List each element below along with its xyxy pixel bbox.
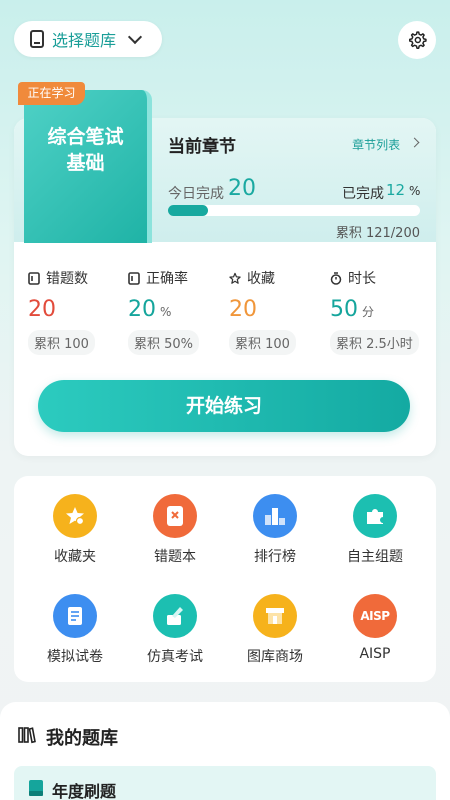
stat-cumulative: 累积 100	[229, 330, 296, 355]
stat-cumulative: 累积 100	[28, 330, 95, 355]
puzzle-icon	[353, 494, 397, 538]
completed-label: 已完成	[342, 186, 384, 202]
feature-label: 仿真考试	[147, 649, 203, 665]
timer-icon	[330, 271, 342, 285]
chevron-down-icon	[127, 29, 143, 44]
today-completed-value: 20	[228, 176, 256, 201]
wrong-book-icon	[153, 494, 197, 538]
gear-icon	[409, 31, 427, 49]
stat-value: 20	[128, 297, 156, 322]
feature-favorites[interactable]: 收藏夹	[25, 494, 125, 566]
feature-label: 自主组题	[347, 549, 403, 565]
notebook-icon	[30, 30, 44, 48]
stat-unit: %	[160, 305, 172, 319]
book-title-line2: 基础	[66, 152, 105, 174]
feature-aisp[interactable]: AISP AISP	[325, 594, 425, 662]
studying-tag: 正在学习	[18, 82, 85, 105]
feature-label: AISP	[359, 646, 391, 662]
settings-button[interactable]	[398, 21, 436, 59]
store-icon	[253, 594, 297, 638]
stat-value: 20	[229, 297, 257, 322]
feature-ranking[interactable]: 排行榜	[225, 494, 325, 566]
book-title-line1: 综合笔试	[47, 126, 124, 148]
book-cover[interactable]: 综合笔试 基础	[24, 90, 152, 243]
book-icon	[29, 780, 43, 796]
star-outline-icon	[229, 272, 241, 284]
paper-icon	[53, 594, 97, 638]
stat-cumulative: 累积 50%	[128, 330, 200, 355]
stat-favorites[interactable]: 收藏 20 累积 100	[229, 268, 329, 355]
feature-label: 收藏夹	[54, 549, 96, 565]
chapter-progress-bar	[168, 205, 420, 216]
start-practice-button[interactable]: 开始练习	[38, 380, 410, 432]
select-question-bank-button[interactable]: 选择题库	[14, 21, 162, 57]
completed-value: 12	[386, 181, 406, 199]
my-question-bank-title: 我的题库	[46, 728, 118, 749]
feature-label: 错题本	[154, 549, 196, 565]
feature-simulated-exam[interactable]: 仿真考试	[125, 594, 225, 666]
library-icon	[18, 727, 36, 744]
cumulative-progress: 累积 121/200	[335, 226, 420, 241]
stat-label: 错题数	[46, 271, 88, 287]
stat-duration[interactable]: 时长 50 分 累积 2.5小时	[330, 268, 430, 355]
chapter-title: 当前章节	[168, 137, 236, 157]
accuracy-icon	[128, 271, 140, 285]
stat-accuracy[interactable]: 正确率 20% 累积 50%	[128, 268, 228, 355]
exam-icon	[153, 594, 197, 638]
chapter-progress-fill	[168, 205, 209, 216]
chapter-list-link[interactable]: 章节列表	[352, 136, 420, 153]
stat-unit: 分	[362, 305, 375, 319]
completed-unit: %	[409, 184, 421, 198]
feature-label: 模拟试卷	[47, 649, 103, 665]
wrong-book-icon	[28, 271, 40, 285]
feature-label: 图库商场	[247, 649, 303, 665]
select-bank-label: 选择题库	[52, 31, 117, 50]
stat-label: 收藏	[247, 271, 275, 287]
aisp-logo-icon: AISP	[353, 594, 397, 638]
ranking-icon	[253, 494, 297, 538]
today-completed-label: 今日完成	[168, 186, 224, 202]
stat-value: 20	[28, 297, 56, 322]
stat-cumulative: 累积 2.5小时	[330, 330, 419, 355]
stat-wrong-count[interactable]: 错题数 20 累积 100	[28, 268, 128, 355]
star-icon	[53, 494, 97, 538]
feature-label: 排行榜	[254, 549, 296, 565]
stat-label: 时长	[348, 271, 376, 287]
feature-custom-quiz[interactable]: 自主组题	[325, 494, 425, 566]
chapter-list-label: 章节列表	[352, 138, 401, 152]
annual-practice-label: 年度刷题	[52, 782, 117, 800]
feature-mock-paper[interactable]: 模拟试卷	[25, 594, 125, 666]
feature-wrong-book[interactable]: 错题本	[125, 494, 225, 566]
feature-image-store[interactable]: 图库商场	[225, 594, 325, 666]
stat-value: 50	[330, 297, 358, 322]
stat-label: 正确率	[146, 271, 188, 287]
